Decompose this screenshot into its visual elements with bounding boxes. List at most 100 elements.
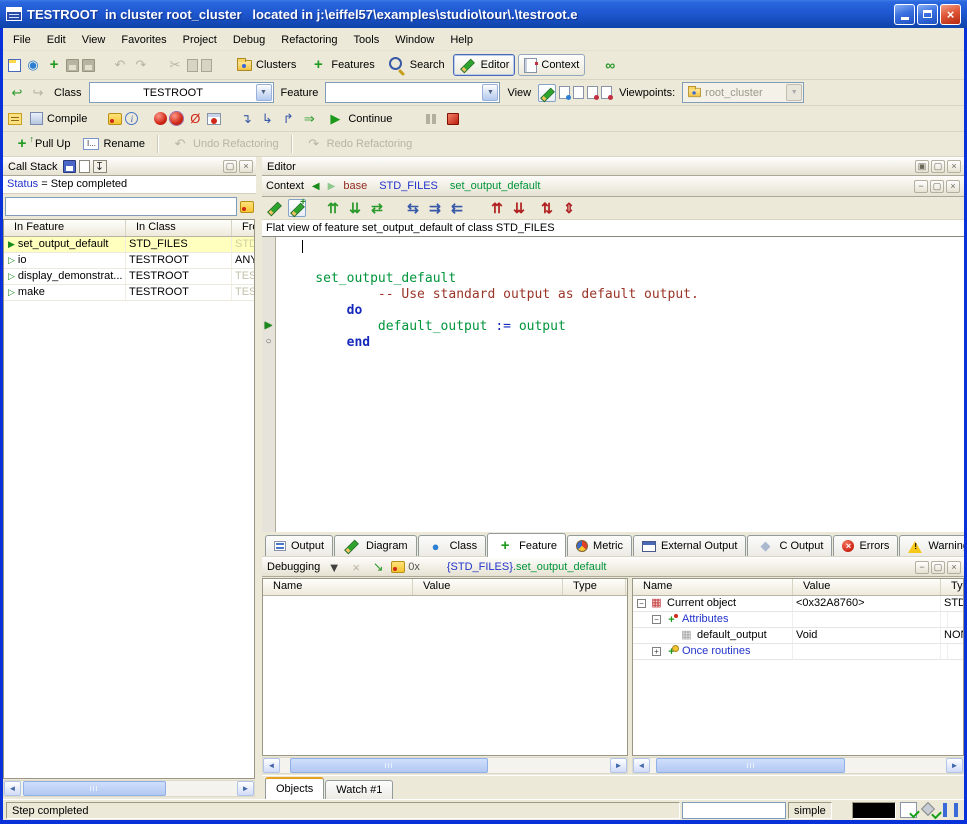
scroll-right-button[interactable]: ► xyxy=(237,781,254,796)
menu-edit[interactable]: Edit xyxy=(39,30,74,50)
hex-toggle[interactable]: 0x xyxy=(408,561,420,573)
column-header-type[interactable]: Type xyxy=(563,579,626,595)
switch-view-icon[interactable]: ↘ xyxy=(369,558,387,576)
tab-objects[interactable]: Objects xyxy=(265,777,324,799)
maximize-button[interactable]: ▢ xyxy=(931,561,945,574)
history-back-icon[interactable]: ↩ xyxy=(8,84,26,102)
maximize-button[interactable]: ▢ xyxy=(223,160,237,173)
open-file-icon[interactable]: ◉ xyxy=(24,56,42,74)
scroll-thumb[interactable] xyxy=(290,758,488,773)
context-forward-icon[interactable]: ▶ xyxy=(328,181,336,192)
show-routines-icon[interactable]: ⇇ xyxy=(448,199,466,217)
menu-favorites[interactable]: Favorites xyxy=(113,30,174,50)
compile-button[interactable]: Compile xyxy=(25,111,92,126)
run-ignoring-breakpoints-icon[interactable] xyxy=(170,112,183,125)
scroll-right-button[interactable]: ► xyxy=(946,758,963,773)
debug-tree-row[interactable]: −▦Current object<0x32A8760>STD_ xyxy=(633,596,963,612)
menu-window[interactable]: Window xyxy=(387,30,442,50)
minimize-button[interactable] xyxy=(894,4,915,25)
minimize-button[interactable]: − xyxy=(914,180,928,193)
debug-tree-row[interactable]: −+Attributes xyxy=(633,612,963,628)
restore-button[interactable] xyxy=(917,4,938,25)
minimize-button[interactable]: − xyxy=(915,561,929,574)
tab-c-output[interactable]: ◆C Output xyxy=(747,535,832,556)
scroll-thumb[interactable] xyxy=(23,781,166,796)
code-editor[interactable]: ▶○ set_output_default -- Use standard ou… xyxy=(262,237,964,532)
call-stack-row[interactable]: ▷ioTESTROOTANY xyxy=(4,253,254,269)
scroll-left-button[interactable]: ◄ xyxy=(633,758,650,773)
clusters-button[interactable]: Clusters xyxy=(232,58,301,72)
undo-icon[interactable]: ↶ xyxy=(111,56,129,74)
scroll-track[interactable] xyxy=(21,781,237,796)
column-header-name[interactable]: Name xyxy=(263,579,413,595)
continue-button[interactable]: ▶Continue xyxy=(321,109,397,129)
viewpoints-combo-arrow-icon[interactable]: ▼ xyxy=(786,84,802,101)
debug-options-icon[interactable] xyxy=(207,113,221,125)
menu-refactoring[interactable]: Refactoring xyxy=(273,30,345,50)
save-all-icon[interactable] xyxy=(82,59,95,72)
save-call-stack-icon[interactable] xyxy=(63,160,76,173)
objects-grid-hscrollbar[interactable]: ◄ ► xyxy=(632,757,964,774)
show-clients-icon[interactable]: ⇄ xyxy=(368,199,386,217)
redo-icon[interactable]: ↷ xyxy=(132,56,150,74)
show-callees-icon[interactable]: ⇊ xyxy=(510,199,528,217)
tab-metric[interactable]: Metric xyxy=(567,535,632,556)
view-text-icon[interactable] xyxy=(573,86,584,99)
close-view-icon[interactable]: × xyxy=(347,558,365,576)
features-button[interactable]: +Features xyxy=(304,55,379,75)
view-flat-icon[interactable] xyxy=(587,86,598,99)
column-header-from[interactable]: From xyxy=(232,220,255,236)
editor-gutter[interactable]: ▶○ xyxy=(262,237,276,532)
call-stack-row[interactable]: ▷display_demonstrat...TESTROOTTEST xyxy=(4,269,254,285)
debug-menu-arrow-icon[interactable]: ▼ xyxy=(325,558,343,576)
show-suppliers-icon[interactable]: ⇆ xyxy=(404,199,422,217)
tab-external-output[interactable]: External Output xyxy=(633,535,746,556)
show-creators-icon[interactable]: ⇅ xyxy=(538,199,556,217)
close-button[interactable]: × xyxy=(946,180,960,193)
call-stack-row[interactable]: ▶set_output_defaultSTD_FILESSTD_ xyxy=(4,237,254,253)
context-back-icon[interactable]: ◀ xyxy=(312,181,320,192)
expand-toggle[interactable]: − xyxy=(637,599,646,608)
step-over-icon[interactable]: ↴ xyxy=(237,110,255,128)
stop-icon[interactable] xyxy=(447,113,459,125)
watch-grid-hscrollbar[interactable]: ◄ ► xyxy=(262,757,628,774)
show-assigners-icon[interactable]: ⇕ xyxy=(560,199,578,217)
pause-icon[interactable] xyxy=(425,113,437,125)
new-window-icon[interactable] xyxy=(8,59,21,72)
feature-combo[interactable]: ▼ xyxy=(325,82,500,103)
maximize-button[interactable]: ▢ xyxy=(931,160,945,173)
menu-view[interactable]: View xyxy=(74,30,114,50)
cut-icon[interactable]: ✂ xyxy=(166,56,184,74)
view-basic-text-icon[interactable] xyxy=(538,84,556,102)
maximize-button[interactable]: ▢ xyxy=(930,180,944,193)
undock-button[interactable]: ▣ xyxy=(915,160,929,173)
call-stack-hscrollbar[interactable]: ◄ ► xyxy=(3,780,255,797)
scroll-thumb[interactable] xyxy=(656,758,845,773)
debug-tree-row[interactable]: ++Once routines xyxy=(633,644,963,660)
context-crumb[interactable]: set_output_default xyxy=(450,180,541,192)
system-info-icon[interactable]: i xyxy=(125,112,138,125)
column-header-name[interactable]: Name xyxy=(633,579,793,595)
show-attributes-icon[interactable]: ⇉ xyxy=(426,199,444,217)
tab-errors[interactable]: Errors xyxy=(833,535,898,556)
pull-up-button[interactable]: +Pull Up xyxy=(8,134,75,154)
tab-feature[interactable]: +Feature xyxy=(487,533,566,557)
debug-run-icon[interactable]: ⇒ xyxy=(300,110,318,128)
edit-feature-icon[interactable] xyxy=(266,199,284,217)
expand-toggle[interactable]: + xyxy=(652,647,661,656)
call-stack-filter-input[interactable] xyxy=(5,197,237,216)
view-contract-icon[interactable] xyxy=(601,86,612,99)
menu-tools[interactable]: Tools xyxy=(346,30,388,50)
column-header-type[interactable]: Type xyxy=(941,579,964,595)
exception-dialog-icon[interactable] xyxy=(240,201,254,213)
rename-button[interactable]: I...Rename xyxy=(78,137,150,151)
viewpoints-combo[interactable]: root_cluster▼ xyxy=(682,82,804,103)
external-editor-icon[interactable]: ∞ xyxy=(601,56,619,74)
menu-file[interactable]: File xyxy=(5,30,39,50)
tab-class[interactable]: ●Class xyxy=(418,535,487,556)
tab-watch-1[interactable]: Watch #1 xyxy=(325,780,393,799)
context-button[interactable]: Context xyxy=(518,54,585,76)
menu-debug[interactable]: Debug xyxy=(225,30,273,50)
close-button[interactable]: × xyxy=(947,160,961,173)
step-into-icon[interactable]: ↳ xyxy=(258,110,276,128)
